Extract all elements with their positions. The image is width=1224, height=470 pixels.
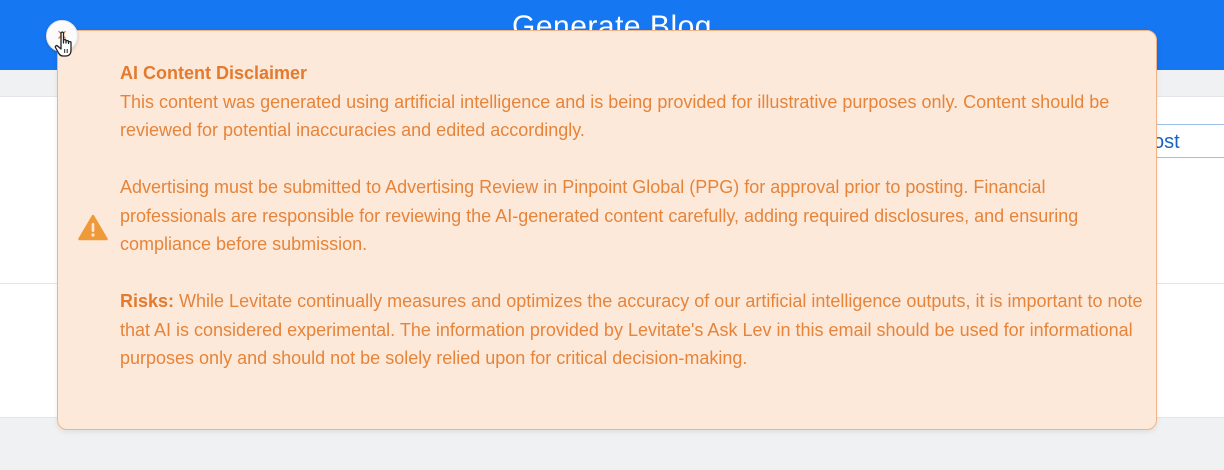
disclaimer-paragraph-1: This content was generated using artific…: [120, 91, 1110, 141]
disclaimer-paragraph-2: Advertising must be submitted to Adverti…: [120, 177, 1079, 254]
disclaimer-risks: Risks: While Levitate continually measur…: [120, 287, 1145, 373]
risks-text: While Levitate continually measures and …: [120, 291, 1143, 368]
disclaimer-title: AI Content Disclaimer: [120, 63, 308, 83]
page: Generate Blog g Post AI Content Disclaim…: [0, 0, 1224, 470]
risks-label: Risks:: [120, 291, 175, 311]
disclaimer-text: AI Content Disclaimer This content was g…: [120, 59, 1145, 373]
hand-pointer-icon: [54, 30, 78, 62]
ai-disclaimer-popover: AI Content Disclaimer This content was g…: [57, 30, 1157, 430]
warning-icon: [78, 214, 108, 241]
